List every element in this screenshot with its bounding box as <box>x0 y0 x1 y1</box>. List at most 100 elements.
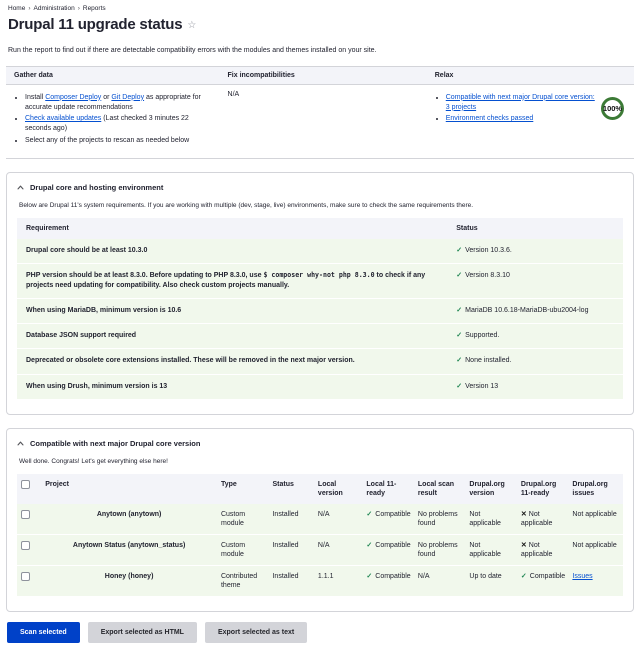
compatible-section-toggle[interactable]: Compatible with next major Drupal core v… <box>17 437 623 450</box>
requirement-cell: Deprecated or obsolete core extensions i… <box>17 348 448 375</box>
relax-item-environment: Environment checks passed <box>446 114 595 124</box>
breadcrumb-separator: › <box>77 5 80 12</box>
actions-bar: Scan selected Export selected as HTML Ex… <box>6 622 634 644</box>
compatible-projects-link[interactable]: Compatible with next major Drupal core v… <box>446 94 595 111</box>
status-cell: Installed <box>268 534 314 567</box>
environment-section-description: Below are Drupal 11's system requirement… <box>19 201 474 209</box>
check-icon: ✓ <box>456 307 463 315</box>
col-header-org-issues: Drupal.org issues <box>568 473 623 504</box>
org-ready-cell: ✕ Not applicable <box>516 503 569 536</box>
breadcrumb-separator: › <box>28 5 31 12</box>
col-header-org-ready: Drupal.org 11-ready <box>516 473 569 504</box>
cross-icon: ✕ <box>520 542 527 550</box>
status-cell: Installed <box>268 503 314 536</box>
select-all-checkbox[interactable] <box>21 479 30 489</box>
check-available-updates-link[interactable]: Check available updates <box>25 115 101 122</box>
requirement-cell: When using Drush, minimum version is 13 <box>17 374 448 400</box>
local-version-cell: N/A <box>313 534 363 567</box>
org-issues-cell: Not applicable <box>568 534 623 567</box>
check-icon: ✓ <box>456 357 463 365</box>
org-issues-cell: Issues <box>568 565 623 598</box>
fix-value: N/A <box>227 91 240 98</box>
check-icon: ✓ <box>366 573 373 581</box>
status-cell: ✓ Version 13 <box>447 374 623 400</box>
status-cell: ✓ MariaDB 10.6.18-MariaDB-ubu2004-log <box>447 298 623 325</box>
requirement-cell: Drupal core should be at least 10.3.0 <box>17 238 448 264</box>
status-text: Version 13 <box>465 382 499 390</box>
org-ready-cell: ✕ Not applicable <box>516 534 569 567</box>
table-row: Anytown Status (anytown_status) Custom m… <box>17 534 623 567</box>
summary-table: Gather data Fix incompatibilities Relax … <box>6 66 634 159</box>
table-row: When using Drush, minimum version is 13 … <box>17 374 623 400</box>
table-row: Anytown (anytown) Custom module Installe… <box>17 503 623 536</box>
local-version-cell: N/A <box>313 503 363 536</box>
projects-table: Project Type Status Local version Local … <box>17 473 623 598</box>
col-header-local-version: Local version <box>313 473 363 504</box>
export-html-button[interactable]: Export selected as HTML <box>87 622 197 644</box>
status-cell: ✓ Version 8.3.10 <box>447 263 623 300</box>
col-header-type: Type <box>216 473 269 504</box>
cross-icon: ✕ <box>520 510 527 518</box>
project-cell: Honey (honey) <box>41 565 217 598</box>
summary-cell-relax: Compatible with next major Drupal core v… <box>426 84 634 159</box>
composer-deploy-link[interactable]: Composer Deploy <box>45 94 101 101</box>
row-checkbox[interactable] <box>21 541 30 551</box>
check-icon: ✓ <box>456 246 463 254</box>
table-row: PHP version should be at least 8.3.0. Be… <box>17 263 623 300</box>
local-ready-text: Compatible <box>375 573 411 581</box>
summary-cell-fix: N/A <box>219 84 427 159</box>
environment-section-toggle[interactable]: Drupal core and hosting environment <box>17 181 623 194</box>
type-cell: Custom module <box>216 503 269 536</box>
compatible-section-subtitle: Well done. Congrats! Let's get everythin… <box>19 457 168 465</box>
chevron-up-icon <box>17 440 24 447</box>
requirement-cell: PHP version should be at least 8.3.0. Be… <box>17 263 448 300</box>
table-row: Deprecated or obsolete core extensions i… <box>17 348 623 375</box>
breadcrumb-home[interactable]: Home <box>8 5 25 12</box>
check-icon: ✓ <box>456 271 463 279</box>
check-icon: ✓ <box>366 542 373 550</box>
gather-item-install: Install Composer Deploy or Git Deploy as… <box>25 93 212 113</box>
check-icon: ✓ <box>520 573 527 581</box>
project-cell: Anytown Status (anytown_status) <box>41 534 217 567</box>
git-deploy-link[interactable]: Git Deploy <box>111 94 144 101</box>
score-badge: 100% <box>601 96 624 120</box>
row-checkbox[interactable] <box>21 572 30 582</box>
local-ready-cell: ✓ Compatible <box>362 503 414 536</box>
breadcrumb-reports[interactable]: Reports <box>83 5 106 12</box>
gather-item-text: Install <box>25 93 46 101</box>
check-icon: ✓ <box>456 332 463 340</box>
bookmark-star-icon[interactable]: ☆ <box>187 20 196 31</box>
type-cell: Custom module <box>216 534 269 567</box>
compatible-section-title: Compatible with next major Drupal core v… <box>30 438 201 448</box>
environment-checks-link[interactable]: Environment checks passed <box>446 115 534 122</box>
col-header-local-ready: Local 11-ready <box>362 473 414 504</box>
col-header-project: Project <box>41 473 217 504</box>
status-text: MariaDB 10.6.18-MariaDB-ubu2004-log <box>465 307 589 315</box>
row-select-cell <box>17 503 42 536</box>
breadcrumb-administration[interactable]: Administration <box>34 5 75 12</box>
issues-link[interactable]: Issues <box>572 573 592 580</box>
col-header-scan-result: Local scan result <box>413 473 466 504</box>
requirement-text: PHP version should be at least 8.3.0. Be… <box>26 271 264 279</box>
scan-result-cell: N/A <box>413 565 466 598</box>
row-checkbox[interactable] <box>21 509 30 519</box>
row-select-cell <box>17 534 42 567</box>
status-text: Version 10.3.6. <box>465 246 512 254</box>
org-ready-cell: ✓ Compatible <box>516 565 569 598</box>
select-all-cell <box>17 473 42 504</box>
environment-section-title: Drupal core and hosting environment <box>30 182 164 192</box>
summary-header-relax: Relax <box>426 66 634 85</box>
status-text: Supported. <box>465 332 500 340</box>
col-header-status: Status <box>268 473 314 504</box>
check-icon: ✓ <box>366 510 373 518</box>
scan-selected-button[interactable]: Scan selected <box>7 622 80 644</box>
org-version-cell: Not applicable <box>465 534 517 567</box>
table-row: Database JSON support required ✓ Supporte… <box>17 323 623 350</box>
row-select-cell <box>17 565 42 598</box>
requirement-cell: When using MariaDB, minimum version is 1… <box>17 298 448 325</box>
export-text-button[interactable]: Export selected as text <box>204 622 308 644</box>
status-cell: ✓ None installed. <box>447 348 623 375</box>
local-ready-text: Compatible <box>375 510 411 518</box>
gather-item-rescan: Select any of the projects to rescan as … <box>25 136 212 146</box>
org-version-cell: Not applicable <box>465 503 517 536</box>
